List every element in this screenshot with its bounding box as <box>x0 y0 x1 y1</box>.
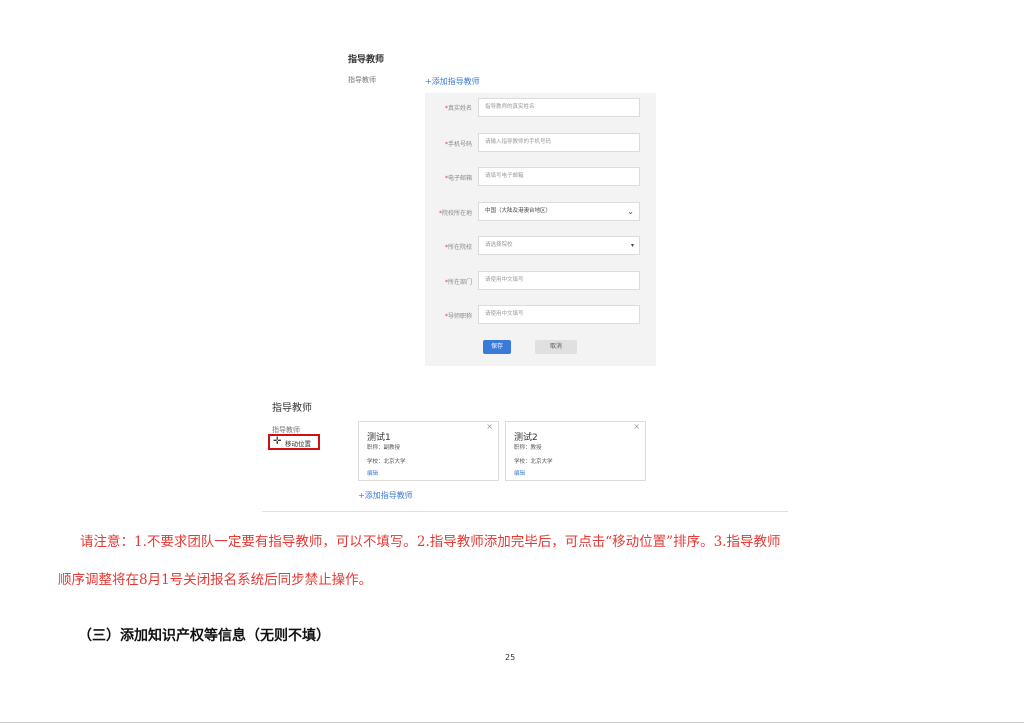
move-icon: ✛ <box>273 436 282 447</box>
teacher-title: 职称：教授 <box>514 445 542 451</box>
school-location-select[interactable]: 中国（大陆及港澳台地区） ⌄ <box>478 202 640 221</box>
edit-link[interactable]: 编辑 <box>367 469 378 477</box>
close-icon[interactable]: × <box>486 422 493 431</box>
phone-input[interactable]: 请输入指导教师的手机号码 <box>478 133 640 152</box>
label-department: *所在部门 <box>444 279 472 286</box>
caret-down-icon: ▾ <box>630 242 634 249</box>
section-title: （三）添加知识产权等信息（无则不填） <box>78 628 330 644</box>
cancel-button[interactable]: 取消 <box>535 340 577 354</box>
teacher-name: 测试1 <box>367 433 391 443</box>
add-teacher-link-bottom[interactable]: +添加指导教师 <box>358 490 413 501</box>
label-title: *导师职称 <box>444 313 472 320</box>
department-input[interactable]: 请使用中文填写 <box>478 271 640 290</box>
label-real-name: *真实姓名 <box>444 105 472 112</box>
chevron-down-icon: ⌄ <box>627 207 634 216</box>
label-school-location: *院校所在地 <box>438 210 472 217</box>
close-icon[interactable]: × <box>633 422 640 431</box>
top-field-label: 指导教师 <box>348 76 376 84</box>
label-school: *所在院校 <box>444 244 472 251</box>
edit-link[interactable]: 编辑 <box>514 469 525 477</box>
save-button[interactable]: 保存 <box>483 340 511 354</box>
add-teacher-link-top[interactable]: +添加指导教师 <box>425 76 480 87</box>
teacher-card-1: × 测试1 职称：副教授 学校：北京大学 编辑 <box>358 421 499 481</box>
bottom-heading: 指导教师 <box>272 403 312 414</box>
divider <box>262 511 788 512</box>
email-input[interactable]: 请填写电子邮箱 <box>478 167 640 186</box>
real-name-input[interactable]: 指导教师的真实姓名 <box>478 98 640 117</box>
label-email: *电子邮箱 <box>444 175 472 182</box>
school-select[interactable]: 请选择院校 ▾ <box>478 236 640 255</box>
teacher-name: 测试2 <box>514 433 538 443</box>
teacher-card-2: × 测试2 职称：教授 学校：北京大学 编辑 <box>505 421 646 481</box>
teacher-school: 学校：北京大学 <box>367 459 406 465</box>
move-position-button[interactable]: ✛ 移动位置 <box>268 434 320 450</box>
teacher-school: 学校：北京大学 <box>514 459 553 465</box>
note-line-2: 顺序调整将在8月1号关闭报名系统后同步禁止操作。 <box>58 572 373 588</box>
note-line-1: 请注意：1.不要求团队一定要有指导教师，可以不填写。2.指导教师添加完毕后，可点… <box>80 534 781 550</box>
title-input[interactable]: 请使用中文填写 <box>478 305 640 324</box>
teacher-title: 职称：副教授 <box>367 445 401 451</box>
label-phone: *手机号码 <box>444 141 472 148</box>
page-number: 25 <box>505 653 516 662</box>
move-position-label: 移动位置 <box>285 440 311 448</box>
page-bottom-rule <box>0 722 1024 723</box>
top-heading: 指导教师 <box>348 55 385 65</box>
